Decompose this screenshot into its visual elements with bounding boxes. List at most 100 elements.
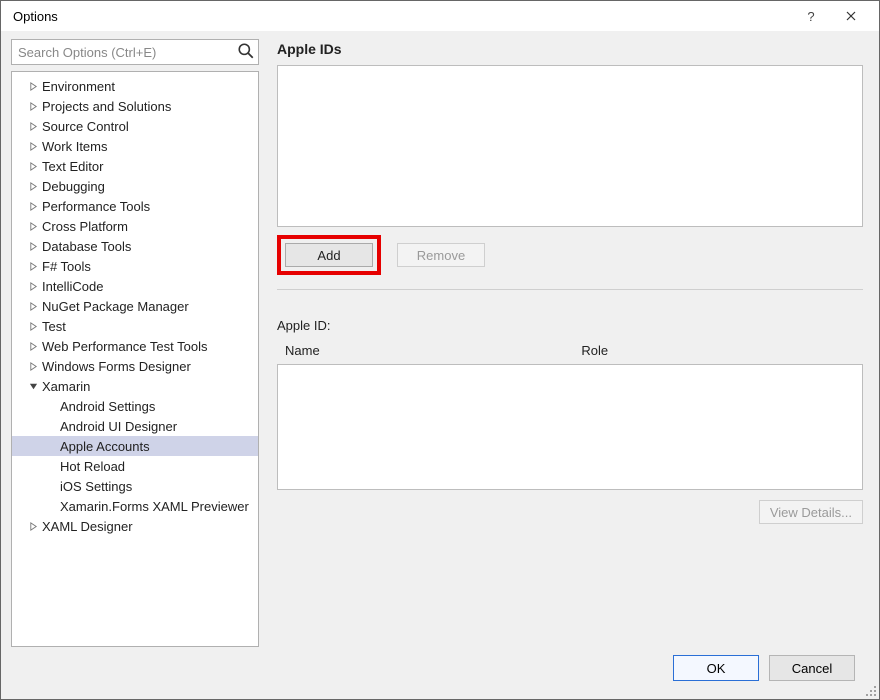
expand-icon[interactable]: [27, 160, 39, 172]
chevron-down-icon: [29, 382, 38, 391]
expand-icon[interactable]: [27, 520, 39, 532]
tree-item[interactable]: Cross Platform: [12, 216, 258, 236]
add-button-highlight: Add: [277, 235, 381, 275]
tree-item[interactable]: Xamarin: [12, 376, 258, 396]
tree-item-label: Environment: [42, 79, 115, 94]
tree-item-label: Database Tools: [42, 239, 131, 254]
expand-icon[interactable]: [27, 340, 39, 352]
team-list[interactable]: [277, 364, 863, 490]
tree-item-label: Debugging: [42, 179, 105, 194]
expand-icon[interactable]: [27, 120, 39, 132]
chevron-right-icon: [29, 142, 38, 151]
options-dialog: Options ? Environment Projects and Soluti…: [0, 0, 880, 700]
tree-item-label: Android UI Designer: [60, 419, 177, 434]
tree-item-label: iOS Settings: [60, 479, 132, 494]
help-button[interactable]: ?: [791, 1, 831, 31]
tree-item[interactable]: F# Tools: [12, 256, 258, 276]
tree-item-label: Windows Forms Designer: [42, 359, 191, 374]
close-button[interactable]: [831, 1, 871, 31]
tree-subitem[interactable]: Android UI Designer: [12, 416, 258, 436]
expand-icon[interactable]: [27, 200, 39, 212]
tree-item[interactable]: Environment: [12, 76, 258, 96]
tree-item[interactable]: XAML Designer: [12, 516, 258, 536]
expand-icon[interactable]: [27, 320, 39, 332]
expand-icon[interactable]: [27, 260, 39, 272]
tree-subitem[interactable]: Apple Accounts: [12, 436, 258, 456]
tree-item-label: Hot Reload: [60, 459, 125, 474]
col-name: Name: [285, 343, 581, 358]
close-icon: [846, 11, 856, 21]
tree-item-label: IntelliCode: [42, 279, 103, 294]
col-role: Role: [581, 343, 855, 358]
tree-subitem[interactable]: iOS Settings: [12, 476, 258, 496]
tree-item-label: F# Tools: [42, 259, 91, 274]
left-panel: Environment Projects and Solutions Source …: [11, 39, 259, 647]
tree-item-label: Web Performance Test Tools: [42, 339, 207, 354]
expand-icon[interactable]: [27, 140, 39, 152]
expand-icon[interactable]: [27, 220, 39, 232]
resize-grip-icon[interactable]: [865, 685, 877, 697]
tree-item-label: Performance Tools: [42, 199, 150, 214]
tree-item[interactable]: Database Tools: [12, 236, 258, 256]
cancel-button[interactable]: Cancel: [769, 655, 855, 681]
chevron-right-icon: [29, 202, 38, 211]
tree-item-label: Projects and Solutions: [42, 99, 171, 114]
tree-item[interactable]: Text Editor: [12, 156, 258, 176]
tree-subitem[interactable]: Android Settings: [12, 396, 258, 416]
expand-icon[interactable]: [27, 360, 39, 372]
dialog-body: Environment Projects and Solutions Source …: [1, 31, 879, 699]
chevron-right-icon: [29, 82, 38, 91]
chevron-right-icon: [29, 282, 38, 291]
apple-id-label: Apple ID:: [277, 318, 863, 333]
tree-item-label: Text Editor: [42, 159, 103, 174]
tree-item-label: Source Control: [42, 119, 129, 134]
titlebar: Options ?: [1, 1, 879, 31]
tree-item[interactable]: Projects and Solutions: [12, 96, 258, 116]
tree-item[interactable]: Source Control: [12, 116, 258, 136]
chevron-right-icon: [29, 302, 38, 311]
chevron-right-icon: [29, 322, 38, 331]
tree-item[interactable]: Web Performance Test Tools: [12, 336, 258, 356]
expand-icon[interactable]: [27, 240, 39, 252]
window-title: Options: [9, 9, 791, 24]
chevron-right-icon: [29, 182, 38, 191]
options-tree[interactable]: Environment Projects and Solutions Source …: [11, 71, 259, 647]
chevron-right-icon: [29, 342, 38, 351]
search-icon: [237, 42, 255, 60]
tree-subitem[interactable]: Hot Reload: [12, 456, 258, 476]
tree-item[interactable]: Work Items: [12, 136, 258, 156]
tree-subitem[interactable]: Xamarin.Forms XAML Previewer: [12, 496, 258, 516]
tree-item-label: Work Items: [42, 139, 108, 154]
tree-item[interactable]: Performance Tools: [12, 196, 258, 216]
tree-item-label: Apple Accounts: [60, 439, 150, 454]
expand-icon[interactable]: [27, 80, 39, 92]
tree-item[interactable]: Test: [12, 316, 258, 336]
ok-button[interactable]: OK: [673, 655, 759, 681]
tree-item-label: NuGet Package Manager: [42, 299, 189, 314]
tree-item[interactable]: IntelliCode: [12, 276, 258, 296]
add-button[interactable]: Add: [285, 243, 373, 267]
apple-ids-list[interactable]: [277, 65, 863, 227]
tree-item[interactable]: NuGet Package Manager: [12, 296, 258, 316]
remove-button: Remove: [397, 243, 485, 267]
search-wrap: [11, 39, 259, 65]
expand-icon[interactable]: [27, 380, 39, 392]
expand-icon[interactable]: [27, 300, 39, 312]
chevron-right-icon: [29, 262, 38, 271]
tree-item-label: Xamarin: [42, 379, 90, 394]
details-row: View Details...: [277, 500, 863, 524]
tree-item[interactable]: Windows Forms Designer: [12, 356, 258, 376]
right-panel: Apple IDs Add Remove Apple ID: Name Role…: [277, 39, 869, 647]
expand-icon[interactable]: [27, 280, 39, 292]
expand-icon[interactable]: [27, 100, 39, 112]
apple-ids-buttons: Add Remove: [277, 235, 863, 275]
search-input[interactable]: [11, 39, 259, 65]
view-details-button: View Details...: [759, 500, 863, 524]
chevron-right-icon: [29, 522, 38, 531]
tree-item[interactable]: Debugging: [12, 176, 258, 196]
columns: Environment Projects and Solutions Source …: [11, 39, 869, 647]
heading-apple-ids: Apple IDs: [277, 41, 863, 57]
separator: [277, 289, 863, 290]
expand-icon[interactable]: [27, 180, 39, 192]
chevron-right-icon: [29, 102, 38, 111]
